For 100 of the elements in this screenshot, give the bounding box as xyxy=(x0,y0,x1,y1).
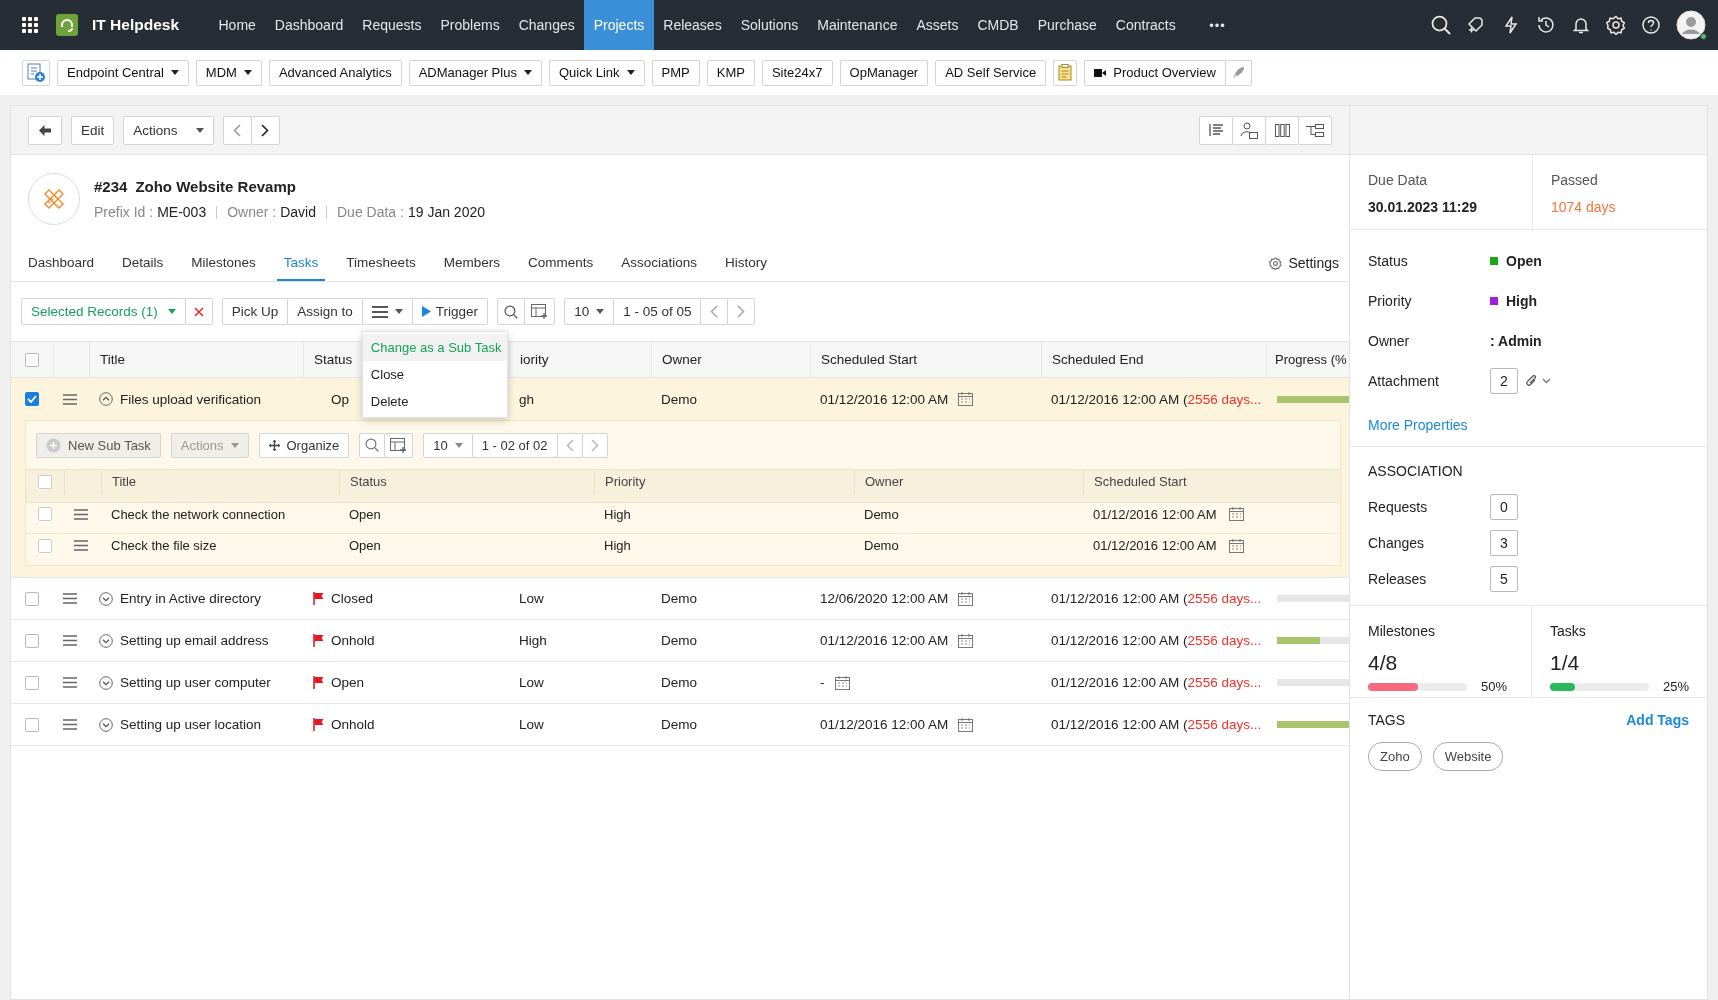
tab[interactable]: Comments xyxy=(520,245,601,281)
columns-button[interactable] xyxy=(1265,115,1299,145)
pick-up-button[interactable]: Pick Up xyxy=(221,298,289,325)
association-count[interactable]: 5 xyxy=(1490,566,1518,592)
search-icon[interactable] xyxy=(1431,15,1451,35)
checkbox[interactable] xyxy=(38,538,52,553)
expand-icon[interactable] xyxy=(99,633,113,648)
product-overview-button[interactable]: Product Overview xyxy=(1084,59,1226,86)
nav-tab[interactable]: Problems xyxy=(431,0,510,50)
nav-tab[interactable]: Maintenance xyxy=(807,0,907,50)
quick-link-button[interactable]: Site24x7 xyxy=(761,59,833,86)
column-header[interactable]: iority xyxy=(520,352,549,367)
checkbox[interactable] xyxy=(25,352,39,367)
column-header[interactable]: Owner xyxy=(662,352,702,367)
more-properties-link[interactable]: More Properties xyxy=(1368,417,1468,433)
menu-item[interactable]: Close xyxy=(362,361,507,388)
column-header[interactable]: Scheduled Start xyxy=(821,352,918,367)
checkbox[interactable] xyxy=(25,591,39,606)
tab[interactable]: Members xyxy=(436,245,507,281)
column-header[interactable]: Scheduled Start xyxy=(1083,470,1340,494)
task-title[interactable]: Entry in Active directory xyxy=(120,591,262,606)
nav-tab[interactable]: Dashboard xyxy=(265,0,353,50)
organize-button[interactable]: Organize xyxy=(258,432,350,458)
menu-item[interactable]: Delete xyxy=(362,388,507,415)
task-title[interactable]: Setting up user computer xyxy=(120,675,271,690)
nav-tab[interactable]: Home xyxy=(209,0,266,50)
tab[interactable]: Tasks xyxy=(276,245,326,281)
column-header[interactable]: Priority xyxy=(594,470,854,494)
clipboard-button[interactable] xyxy=(1053,59,1078,86)
tab[interactable]: Details xyxy=(115,245,171,281)
nav-tab[interactable]: Purchase xyxy=(1028,0,1107,50)
tag-chip[interactable]: Website xyxy=(1432,742,1504,771)
calendar-icon[interactable] xyxy=(958,633,974,648)
rocket-button[interactable] xyxy=(1224,59,1252,86)
nav-tab[interactable]: Requests xyxy=(352,0,431,50)
drag-handle-icon[interactable] xyxy=(74,540,88,551)
calendar-icon[interactable] xyxy=(958,392,974,406)
tab[interactable]: Associations xyxy=(614,245,704,281)
nav-tab[interactable]: Changes xyxy=(509,0,585,50)
nav-tab[interactable]: Assets xyxy=(906,0,968,50)
subtask-title[interactable]: Check the network connection xyxy=(111,506,286,522)
apps-menu-icon[interactable] xyxy=(22,17,38,33)
checkbox[interactable] xyxy=(25,392,39,406)
chevron-down-icon[interactable] xyxy=(1542,378,1551,384)
association-count[interactable]: 0 xyxy=(1490,494,1518,520)
user-card-button[interactable] xyxy=(1232,115,1266,145)
drag-handle-icon[interactable] xyxy=(63,393,77,405)
tab[interactable]: Timesheets xyxy=(339,245,423,281)
settings-icon[interactable] xyxy=(1606,15,1626,35)
back-button[interactable] xyxy=(28,115,62,145)
association-count[interactable]: 3 xyxy=(1490,530,1518,556)
tab[interactable]: Milestones xyxy=(184,245,263,281)
help-icon[interactable] xyxy=(1641,15,1661,35)
bell-icon[interactable] xyxy=(1571,15,1591,35)
add-tags-link[interactable]: Add Tags xyxy=(1626,712,1689,728)
checkbox[interactable] xyxy=(38,474,52,489)
calendar-icon[interactable] xyxy=(958,591,974,606)
drag-handle-icon[interactable] xyxy=(63,677,77,688)
column-header[interactable]: Status xyxy=(339,470,594,494)
expand-icon[interactable] xyxy=(99,717,113,732)
tab[interactable]: Dashboard xyxy=(21,245,102,281)
drag-handle-icon[interactable] xyxy=(74,508,88,520)
drag-handle-icon[interactable] xyxy=(63,635,77,646)
avatar-icon[interactable] xyxy=(1676,10,1706,40)
assign-to-button[interactable]: Assign to xyxy=(287,298,363,325)
calendar-icon[interactable] xyxy=(958,717,974,732)
task-title[interactable]: Setting up email address xyxy=(120,633,269,648)
column-header[interactable]: Status xyxy=(314,352,353,367)
nav-tab[interactable]: CMDB xyxy=(967,0,1029,50)
expand-icon[interactable] xyxy=(99,591,113,606)
more-actions-dropdown[interactable] xyxy=(361,298,413,325)
quick-link-button[interactable]: Advanced Analytics xyxy=(268,59,402,86)
page-size-dropdown[interactable]: 10 xyxy=(564,298,615,325)
tab[interactable]: History xyxy=(717,245,774,281)
task-title[interactable]: Setting up user location xyxy=(120,717,262,732)
trigger-button[interactable]: Trigger xyxy=(411,298,489,325)
new-form-button[interactable] xyxy=(22,59,50,86)
calendar-icon[interactable] xyxy=(1228,538,1244,553)
checkbox[interactable] xyxy=(25,675,39,690)
expand-icon[interactable] xyxy=(99,675,113,690)
column-chooser-icon[interactable] xyxy=(531,304,549,319)
quick-link-button[interactable]: Quick Link xyxy=(548,59,645,86)
checkbox[interactable] xyxy=(25,633,39,648)
calendar-icon[interactable] xyxy=(1228,507,1244,522)
tag-chip[interactable]: Zoho xyxy=(1368,742,1422,771)
tree-view-button[interactable] xyxy=(1298,115,1332,145)
quick-link-button[interactable]: KMP xyxy=(706,59,755,86)
column-header[interactable]: Scheduled End xyxy=(1052,352,1144,367)
checkbox[interactable] xyxy=(25,717,39,732)
quick-link-button[interactable]: Endpoint Central xyxy=(57,59,189,86)
next-icon[interactable] xyxy=(261,123,270,137)
edit-button[interactable]: Edit xyxy=(71,115,115,145)
nav-tab[interactable]: Releases xyxy=(653,0,732,50)
selected-records-dropdown[interactable]: Selected Records (1) xyxy=(21,298,186,325)
quick-link-button[interactable]: ADManager Plus xyxy=(408,59,542,86)
column-header[interactable]: Title xyxy=(100,352,125,367)
quick-link-button[interactable]: AD Self Service xyxy=(935,59,1047,86)
column-header[interactable]: Progress (% xyxy=(1275,352,1347,367)
settings-link[interactable]: Settings xyxy=(1269,245,1339,281)
page-size-dropdown[interactable]: 10 xyxy=(423,432,473,458)
